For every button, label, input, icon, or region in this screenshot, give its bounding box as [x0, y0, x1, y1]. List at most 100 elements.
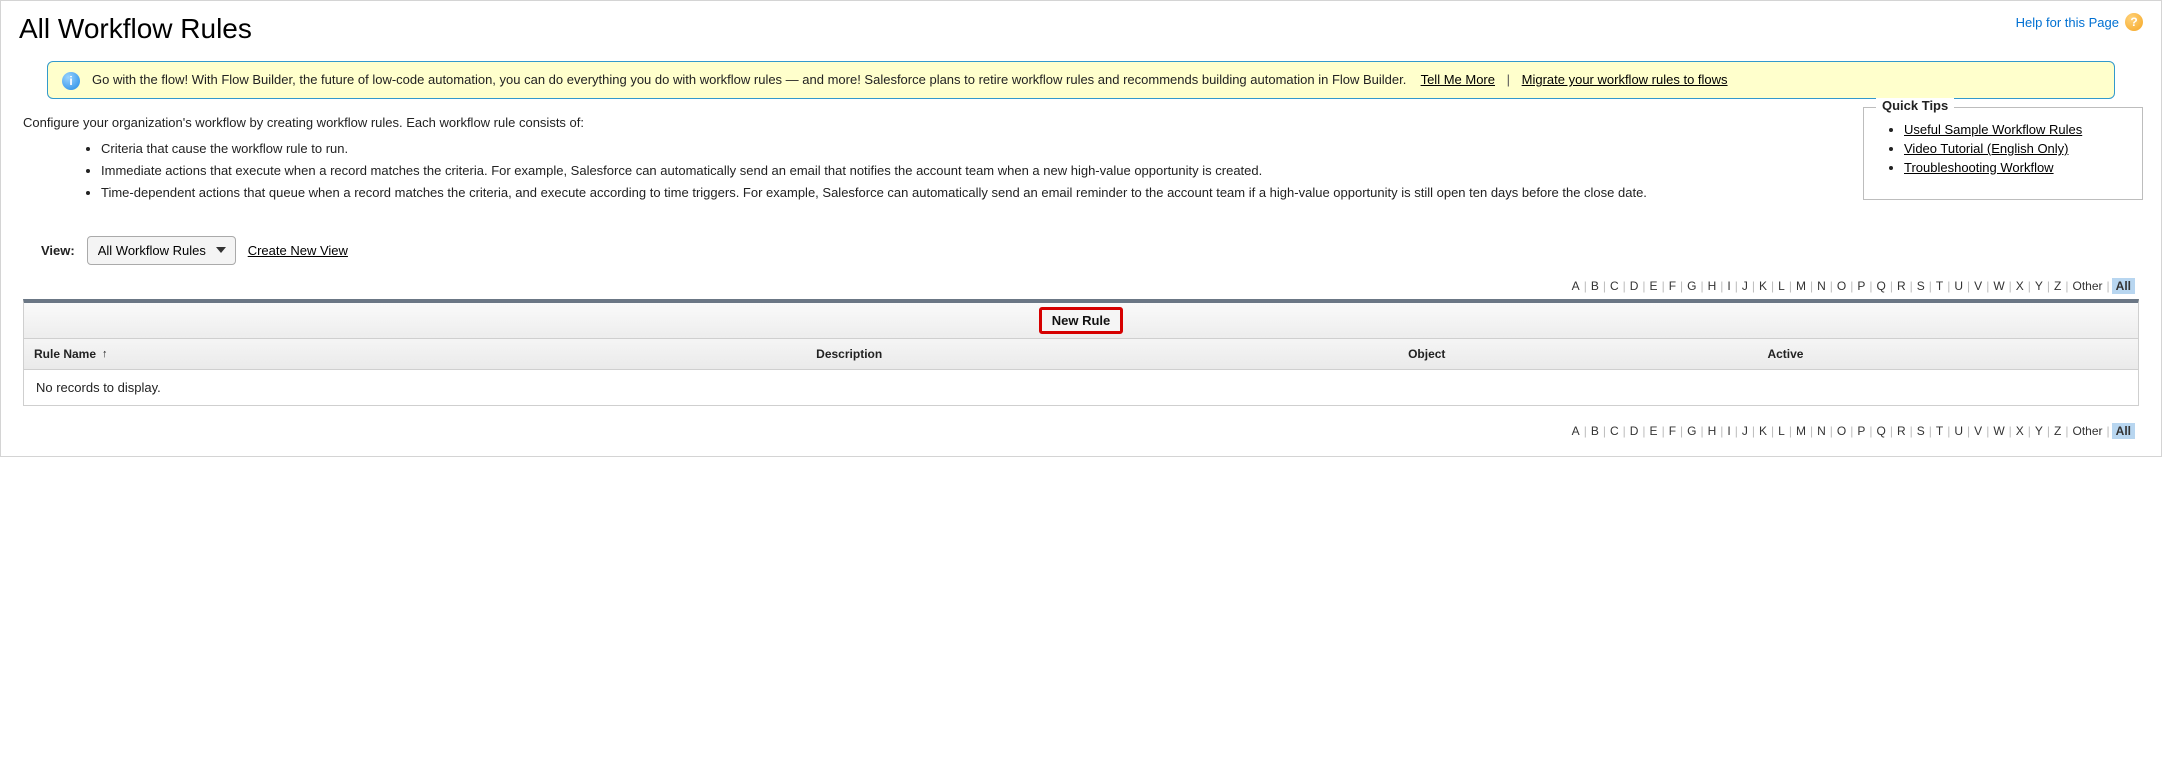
alpha-letter-v[interactable]: V — [1972, 424, 1984, 438]
alpha-letter-z[interactable]: Z — [2052, 424, 2063, 438]
alpha-filter-bottom: A|B|C|D|E|F|G|H|I|J|K|L|M|N|O|P|Q|R|S|T|… — [19, 424, 2135, 438]
alpha-separator: | — [1810, 279, 1813, 293]
alpha-filter-top: A|B|C|D|E|F|G|H|I|J|K|L|M|N|O|P|Q|R|S|T|… — [19, 279, 2135, 293]
alpha-letter-l[interactable]: L — [1776, 279, 1787, 293]
alpha-letter-k[interactable]: K — [1757, 279, 1769, 293]
alpha-letter-a[interactable]: A — [1570, 424, 1582, 438]
alpha-letter-e[interactable]: E — [1648, 279, 1660, 293]
alpha-letter-m[interactable]: M — [1794, 279, 1808, 293]
alpha-separator: | — [2107, 279, 2110, 293]
alpha-letter-u[interactable]: U — [1952, 279, 1965, 293]
alpha-letter-t[interactable]: T — [1934, 279, 1945, 293]
alpha-letter-c[interactable]: C — [1608, 279, 1621, 293]
alpha-separator: | — [1890, 424, 1893, 438]
alpha-letter-c[interactable]: C — [1608, 424, 1621, 438]
alpha-letter-e[interactable]: E — [1648, 424, 1660, 438]
alpha-separator: | — [1850, 279, 1853, 293]
alpha-separator: | — [1735, 424, 1738, 438]
alpha-letter-h[interactable]: H — [1706, 424, 1719, 438]
view-select[interactable]: All Workflow Rules — [87, 236, 236, 265]
alpha-letter-j[interactable]: J — [1740, 279, 1750, 293]
alpha-separator: | — [1789, 279, 1792, 293]
alpha-other[interactable]: Other — [2071, 424, 2105, 438]
quick-tip-link-sample[interactable]: Useful Sample Workflow Rules — [1904, 122, 2082, 137]
alpha-letter-d[interactable]: D — [1628, 424, 1641, 438]
alpha-letter-d[interactable]: D — [1628, 279, 1641, 293]
column-header-rule-name[interactable]: Rule Name ↑ — [24, 339, 806, 369]
alpha-letter-w[interactable]: W — [1991, 424, 2006, 438]
column-header-description[interactable]: Description — [806, 339, 1398, 369]
alpha-separator: | — [1623, 279, 1626, 293]
alpha-separator: | — [1967, 424, 1970, 438]
alpha-letter-k[interactable]: K — [1757, 424, 1769, 438]
alpha-letter-n[interactable]: N — [1815, 424, 1828, 438]
alpha-letter-v[interactable]: V — [1972, 279, 1984, 293]
alpha-letter-n[interactable]: N — [1815, 279, 1828, 293]
alpha-letter-y[interactable]: Y — [2033, 279, 2045, 293]
alpha-separator: | — [1830, 279, 1833, 293]
alpha-all[interactable]: All — [2112, 278, 2135, 294]
alpha-letter-x[interactable]: X — [2014, 424, 2026, 438]
new-rule-button[interactable]: New Rule — [1039, 307, 1124, 334]
alpha-all[interactable]: All — [2112, 423, 2135, 439]
empty-state-text: No records to display. — [24, 370, 2138, 405]
alpha-letter-r[interactable]: R — [1895, 279, 1908, 293]
alpha-separator: | — [1830, 424, 1833, 438]
alpha-other[interactable]: Other — [2071, 279, 2105, 293]
alpha-letter-r[interactable]: R — [1895, 424, 1908, 438]
view-label: View: — [41, 243, 75, 258]
intro-list: Criteria that cause the workflow rule to… — [101, 139, 1843, 203]
alpha-letter-b[interactable]: B — [1589, 424, 1601, 438]
alpha-letter-u[interactable]: U — [1952, 424, 1965, 438]
alpha-letter-p[interactable]: P — [1855, 424, 1867, 438]
alpha-letter-i[interactable]: I — [1725, 424, 1732, 438]
alpha-letter-q[interactable]: Q — [1875, 279, 1888, 293]
alpha-letter-x[interactable]: X — [2014, 279, 2026, 293]
tell-me-more-link[interactable]: Tell Me More — [1421, 72, 1495, 87]
alpha-letter-q[interactable]: Q — [1875, 424, 1888, 438]
alpha-separator: | — [1850, 424, 1853, 438]
column-header-active[interactable]: Active — [1757, 339, 2138, 369]
alpha-letter-o[interactable]: O — [1835, 424, 1848, 438]
alpha-letter-y[interactable]: Y — [2033, 424, 2045, 438]
alpha-letter-a[interactable]: A — [1570, 279, 1582, 293]
alpha-letter-t[interactable]: T — [1934, 424, 1945, 438]
alpha-letter-j[interactable]: J — [1740, 424, 1750, 438]
alpha-letter-z[interactable]: Z — [2052, 279, 2063, 293]
alpha-letter-g[interactable]: G — [1685, 424, 1698, 438]
migrate-link[interactable]: Migrate your workflow rules to flows — [1522, 72, 1728, 87]
alpha-letter-o[interactable]: O — [1835, 279, 1848, 293]
alpha-separator: | — [2107, 424, 2110, 438]
alpha-letter-b[interactable]: B — [1589, 279, 1601, 293]
alpha-separator: | — [2047, 424, 2050, 438]
alpha-letter-s[interactable]: S — [1915, 424, 1927, 438]
alpha-separator: | — [2065, 424, 2068, 438]
alpha-letter-p[interactable]: P — [1855, 279, 1867, 293]
banner-separator: | — [1507, 72, 1510, 87]
alpha-separator: | — [2009, 424, 2012, 438]
quick-tip-link-troubleshoot[interactable]: Troubleshooting Workflow — [1904, 160, 2054, 175]
quick-tips-title: Quick Tips — [1876, 98, 1954, 113]
quick-tip-link-video[interactable]: Video Tutorial (English Only) — [1904, 141, 2069, 156]
alpha-separator: | — [1584, 279, 1587, 293]
alpha-letter-i[interactable]: I — [1725, 279, 1732, 293]
alpha-letter-w[interactable]: W — [1991, 279, 2006, 293]
intro-text: Configure your organization's workflow b… — [23, 113, 1843, 206]
alpha-separator: | — [1929, 279, 1932, 293]
alpha-letter-s[interactable]: S — [1915, 279, 1927, 293]
alpha-separator: | — [1680, 424, 1683, 438]
alpha-letter-m[interactable]: M — [1794, 424, 1808, 438]
alpha-letter-f[interactable]: F — [1667, 279, 1678, 293]
alpha-letter-l[interactable]: L — [1776, 424, 1787, 438]
alpha-separator: | — [1986, 424, 1989, 438]
alpha-separator: | — [1869, 279, 1872, 293]
help-link[interactable]: Help for this Page ? — [2016, 13, 2143, 31]
alpha-letter-h[interactable]: H — [1706, 279, 1719, 293]
create-new-view-link[interactable]: Create New View — [248, 243, 348, 258]
alpha-letter-g[interactable]: G — [1685, 279, 1698, 293]
alpha-separator: | — [1623, 424, 1626, 438]
help-icon: ? — [2125, 13, 2143, 31]
alpha-letter-f[interactable]: F — [1667, 424, 1678, 438]
alpha-separator: | — [1680, 279, 1683, 293]
column-header-object[interactable]: Object — [1398, 339, 1757, 369]
